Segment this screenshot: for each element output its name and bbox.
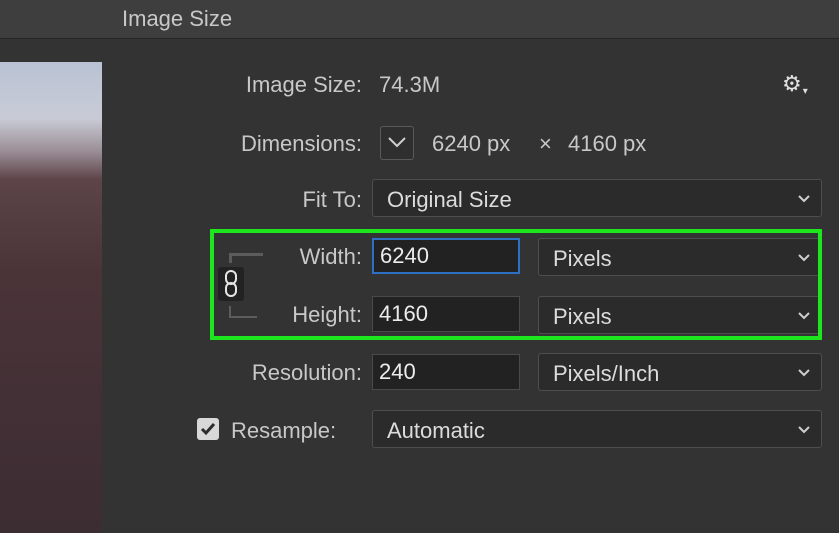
image-size-value: 74.3M	[379, 72, 441, 97]
resolution-unit-value: Pixels/Inch	[553, 361, 660, 386]
fit-to-value: Original Size	[387, 187, 512, 212]
gear-caret-icon: ▾	[802, 86, 808, 97]
title-bar: Image Size	[0, 0, 839, 39]
resolution-input[interactable]	[373, 355, 519, 389]
highlight-box	[210, 229, 822, 340]
resample-select[interactable]: Automatic	[372, 410, 822, 448]
chevron-down-icon	[798, 426, 810, 434]
fit-to-select[interactable]: Original Size	[372, 179, 822, 217]
dimensions-label: Dimensions:	[240, 131, 362, 156]
resolution-label: Resolution:	[251, 360, 362, 385]
resample-value: Automatic	[387, 418, 485, 443]
fit-to-label: Fit To:	[302, 187, 362, 212]
checkmark-icon	[200, 423, 216, 436]
dimensions-height: 4160 px	[568, 131, 647, 156]
chevron-down-icon	[388, 137, 406, 148]
gear-icon[interactable]: ⚙▾	[782, 71, 808, 97]
image-preview	[0, 62, 102, 533]
resolution-unit-select[interactable]: Pixels/Inch	[538, 353, 822, 391]
window-title: Image Size	[122, 6, 233, 31]
dimensions-dropdown-button[interactable]	[380, 126, 414, 160]
chevron-down-icon	[798, 195, 810, 203]
resample-checkbox[interactable]	[197, 418, 219, 440]
image-size-label: Image Size:	[245, 72, 362, 97]
resample-label: Resample:	[231, 418, 337, 443]
dimensions-times: ×	[539, 131, 552, 156]
resolution-field[interactable]	[372, 354, 520, 390]
chevron-down-icon	[798, 369, 810, 377]
dimensions-width: 6240 px	[432, 131, 511, 156]
